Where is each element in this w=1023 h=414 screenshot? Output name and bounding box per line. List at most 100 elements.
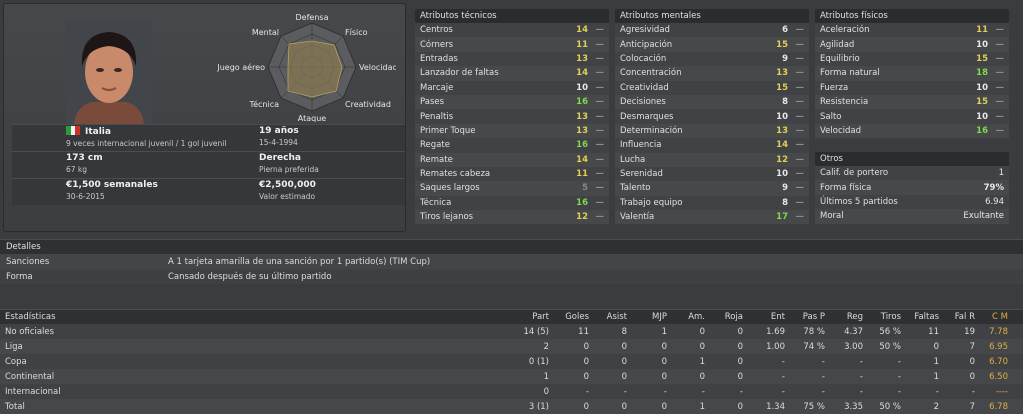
attribute-name: Agresividad xyxy=(620,25,670,36)
statistics-cell: 7 xyxy=(969,341,975,352)
attribute-name: Lucha xyxy=(620,154,646,165)
statistics-column-header[interactable]: Am. xyxy=(667,312,705,322)
attribute-row[interactable]: Saques largos 5 — xyxy=(415,181,609,196)
radar-label-mental: Mental xyxy=(252,28,279,37)
statistics-cell: - xyxy=(739,386,743,397)
statistics-column-header[interactable]: Faltas xyxy=(901,312,939,322)
otros-name: Forma física xyxy=(820,182,872,193)
statistics-cell: 0 xyxy=(737,326,743,337)
trend-dash-icon: — xyxy=(995,97,1005,108)
statistics-column-header[interactable]: Reg xyxy=(825,312,863,322)
attribute-row[interactable]: Resistencia 15 — xyxy=(815,94,1009,110)
statistics-cell: 0 xyxy=(543,386,549,397)
attribute-name: Pases xyxy=(420,97,445,108)
attribute-row[interactable]: Entradas 13 — xyxy=(415,51,609,67)
trend-dash-icon: — xyxy=(795,68,805,79)
attribute-value: 13 xyxy=(576,111,588,122)
attribute-row[interactable]: Talento 9 — xyxy=(615,181,809,196)
detalles-label: Forma xyxy=(6,271,33,282)
nationality[interactable]: Italia xyxy=(85,127,111,137)
statistics-column-header[interactable]: Asist xyxy=(589,312,627,322)
attribute-row[interactable]: Fuerza 10 — xyxy=(815,80,1009,95)
attribute-row[interactable]: Regate 16 — xyxy=(415,138,609,153)
attribute-row[interactable]: Decisiones 8 — xyxy=(615,94,809,110)
attribute-row[interactable]: Influencia 14 — xyxy=(615,138,809,153)
trend-dash-icon: — xyxy=(595,68,605,79)
attribute-name: Entradas xyxy=(420,53,458,64)
attribute-row[interactable]: Colocación 9 — xyxy=(615,51,809,67)
statistics-column-header[interactable]: Roja xyxy=(705,312,743,322)
attribute-row[interactable]: Pases 16 — xyxy=(415,94,609,110)
statistics-column-header[interactable]: Ent xyxy=(743,312,785,322)
statistics-row[interactable]: Continental 1 0 0 0 0 0 - - - - 1 0 6.50 xyxy=(0,369,1023,384)
statistics-cell: 0 xyxy=(621,371,627,382)
statistics-row[interactable]: Internacional 0- - - - - - - - - - - ---- xyxy=(0,384,1023,399)
trend-dash-icon: — xyxy=(995,125,1005,136)
attribute-row[interactable]: Valentía 17 — xyxy=(615,210,809,225)
attribute-row[interactable]: Determinación 13 — xyxy=(615,123,809,139)
attribute-row[interactable]: Marcaje 10 — xyxy=(415,80,609,95)
attribute-row[interactable]: Técnica 16 — xyxy=(415,195,609,211)
statistics-column-header[interactable]: Goles xyxy=(549,312,589,322)
statistics-cell: 0 xyxy=(737,401,743,412)
statistics-cell: 6.95 xyxy=(989,341,1008,352)
radar-label-creatividad: Creatividad xyxy=(345,100,391,109)
detalles-value: Cansado después de su último partido xyxy=(168,271,332,282)
statistics-cell: 0 xyxy=(737,356,743,367)
statistics-cell: 0 xyxy=(661,341,667,352)
statistics-title: Estadísticas xyxy=(5,312,56,322)
attribute-row[interactable]: Salto 10 — xyxy=(815,109,1009,124)
attribute-row[interactable]: Agresividad 6 — xyxy=(615,23,809,38)
attribute-row[interactable]: Desmarques 10 — xyxy=(615,109,809,124)
statistics-cell: 7 xyxy=(969,401,975,412)
statistics-row[interactable]: Liga 2 0 0 0 0 0 1.00 74 % 3.00 50 % 0 7 6.95 xyxy=(0,339,1023,354)
statistics-row[interactable]: No oficiales 14 (5) 11 8 1 0 0 1.69 78 % 4.37 56 %… xyxy=(0,324,1023,339)
attribute-value: 16 xyxy=(576,197,588,208)
attribute-value: 9 xyxy=(782,183,788,194)
attribute-name: Córners xyxy=(420,39,454,50)
attribute-row[interactable]: Serenidad 10 — xyxy=(615,166,809,182)
statistics-cell: - xyxy=(897,356,901,367)
attribute-row[interactable]: Aceleración 11 — xyxy=(815,23,1009,38)
attribute-row[interactable]: Trabajo equipo 8 — xyxy=(615,195,809,211)
attribute-row[interactable]: Tiros lejanos 12 — xyxy=(415,210,609,225)
attribute-row[interactable]: Lanzador de faltas 14 — xyxy=(415,66,609,81)
attribute-name: Decisiones xyxy=(620,97,666,108)
statistics-cell: 0 xyxy=(699,371,705,382)
detalles-section: Detalles Sanciones A 1 tarjeta amarilla d… xyxy=(0,239,1023,284)
trend-dash-icon: — xyxy=(595,82,605,93)
attribute-row[interactable]: Lucha 12 — xyxy=(615,152,809,167)
attribute-row[interactable]: Remates cabeza 11 — xyxy=(415,166,609,182)
attribute-row[interactable]: Velocidad 16 — xyxy=(815,123,1009,139)
attribute-value: 16 xyxy=(576,140,588,151)
trend-dash-icon: — xyxy=(795,97,805,108)
attribute-value: 16 xyxy=(576,97,588,108)
attribute-row[interactable]: Concentración 13 — xyxy=(615,66,809,81)
statistics-column-header[interactable]: Fal R xyxy=(939,312,975,322)
statistics-column-header[interactable]: Pas P xyxy=(785,312,825,322)
statistics-row[interactable]: Copa 0 (1) 0 0 0 1 0 - - - - 1 0 6.70 xyxy=(0,354,1023,369)
attribute-row[interactable]: Equilibrio 15 — xyxy=(815,51,1009,67)
statistics-row[interactable]: Total 3 (1) 0 0 0 1 0 1.34 75 % 3.35 50 % 2 7 6.78 xyxy=(0,399,1023,414)
attribute-row[interactable]: Centros 14 — xyxy=(415,23,609,38)
radar-label-ataque: Ataque xyxy=(298,114,327,122)
attribute-row[interactable]: Córners 11 — xyxy=(415,37,609,52)
attribute-row[interactable]: Creatividad 15 — xyxy=(615,80,809,95)
attribute-name: Penaltis xyxy=(420,111,454,122)
statistics-column-header[interactable]: MJP xyxy=(627,312,667,322)
attribute-row[interactable]: Anticipación 15 — xyxy=(615,37,809,52)
statistics-cell: 11 xyxy=(928,326,939,337)
statistics-column-header[interactable]: C M xyxy=(975,312,1008,322)
attribute-name: Regate xyxy=(420,140,450,151)
statistics-cell: 3.00 xyxy=(844,341,863,352)
attribute-value: 14 xyxy=(576,68,588,79)
statistics-cell: 75 % xyxy=(803,401,825,412)
attribute-row[interactable]: Remate 14 — xyxy=(415,152,609,167)
attribute-row[interactable]: Agilidad 10 — xyxy=(815,37,1009,52)
attribute-row[interactable]: Primer Toque 13 — xyxy=(415,123,609,139)
statistics-column-header[interactable]: Part xyxy=(495,312,549,322)
statistics-cell: - xyxy=(859,371,863,382)
attribute-row[interactable]: Forma natural 18 — xyxy=(815,66,1009,81)
attribute-row[interactable]: Penaltis 13 — xyxy=(415,109,609,124)
statistics-column-header[interactable]: Tiros xyxy=(863,312,901,322)
